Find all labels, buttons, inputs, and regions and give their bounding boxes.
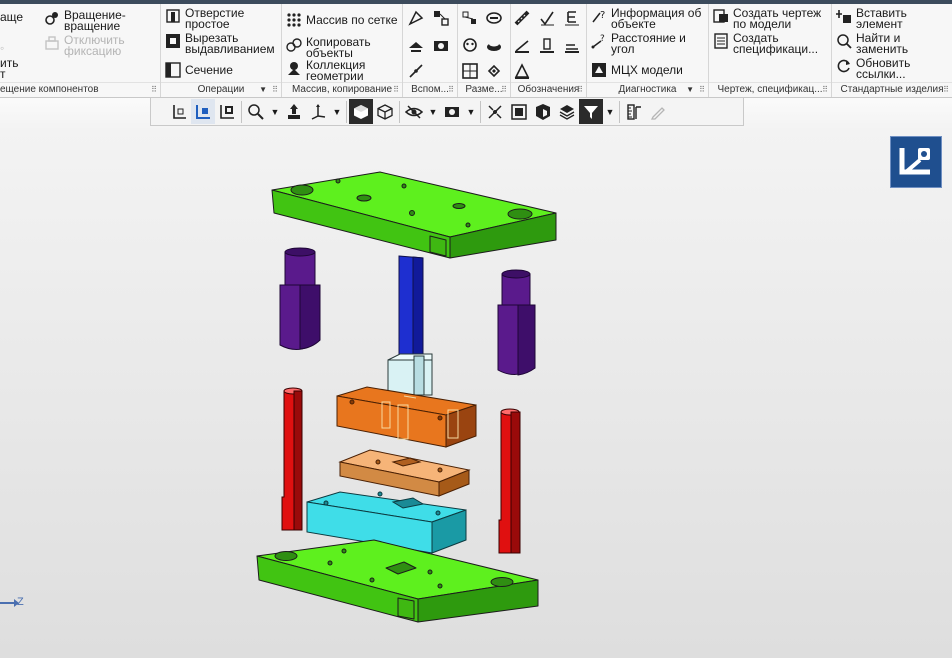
- guide-pin-right[interactable]: [498, 408, 521, 554]
- guide-pin-left[interactable]: [281, 387, 303, 531]
- top-plate[interactable]: [271, 171, 557, 259]
- punch-holder-block[interactable]: [336, 386, 477, 448]
- small-bushing[interactable]: [387, 353, 433, 396]
- z-axis-label: Z: [17, 596, 24, 608]
- bottom-plate[interactable]: [256, 539, 539, 623]
- model-viewport[interactable]: [0, 0, 952, 658]
- guide-bushing-right[interactable]: [497, 269, 536, 376]
- punch-rod[interactable]: [398, 255, 424, 361]
- stripper-plate[interactable]: [338, 449, 471, 497]
- guide-bushing-left[interactable]: [279, 247, 321, 350]
